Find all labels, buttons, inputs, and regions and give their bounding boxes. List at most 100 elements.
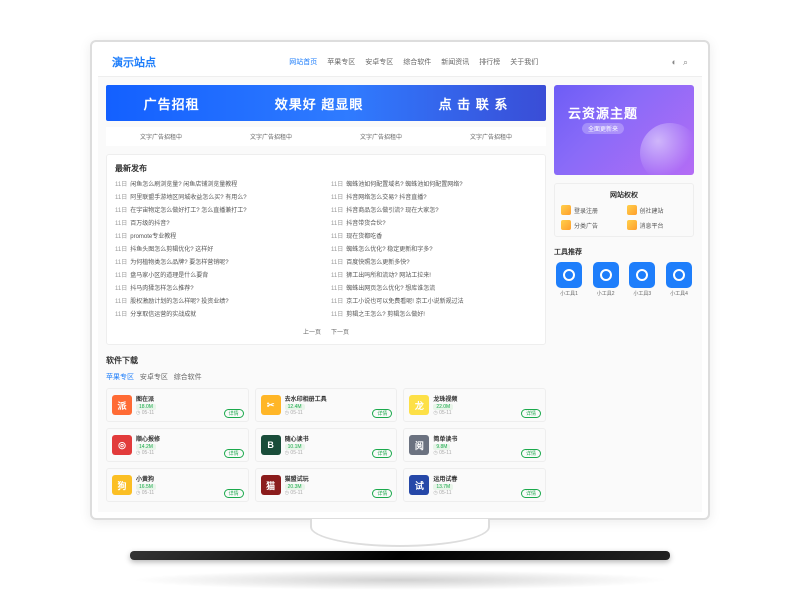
app-card[interactable]: 派图在派18.0M◷ 05-11详情 (106, 388, 249, 422)
news-item[interactable]: 11日在宇宙物定怎么做好打工? 怎么直播兼打工? (115, 206, 321, 217)
app-name: 龙珠视频 (433, 394, 540, 403)
theme-toggle-icon[interactable]: ◐ (672, 57, 677, 68)
news-item[interactable]: 11日为何植物类怎么品牌? 要怎样营销呢? (115, 258, 321, 269)
app-card[interactable]: ◎顺心报修14.2M◷ 05-11详情 (106, 428, 249, 462)
ad-slot[interactable]: 文字广告招租中 (360, 132, 402, 141)
news-item[interactable]: 11日蜘蛛池如何配置域名? 蜘蛛池如何配置网络? (331, 180, 537, 191)
news-item[interactable]: 11日百度快照怎么更新多快? (331, 258, 537, 269)
news-item[interactable]: 11日股权激励计划的怎么样呢? 投资业绩? (115, 297, 321, 308)
news-item[interactable]: 11日阿里联盟手游地区同城收益怎么买? 有用么? (115, 193, 321, 204)
banner-text-c: 点 击 联 系 (439, 94, 509, 113)
download-button[interactable]: 详情 (372, 449, 392, 458)
news-item[interactable]: 11日蜘蛛怎么优化? 稳定更新和字多? (331, 245, 537, 256)
mail-icon (627, 205, 637, 215)
news-item[interactable]: 11日狮工出吗所和流动? 网站工拉来! (331, 271, 537, 282)
download-button[interactable]: 详情 (521, 409, 541, 418)
app-name: 小黄狗 (136, 474, 243, 483)
site-auth-box: 网站权权 登录注册创社建站分类广告消息平台 (554, 183, 694, 237)
tool-item[interactable]: 小工具2 (591, 262, 621, 297)
app-icon: B (261, 435, 281, 455)
app-card[interactable]: 阅简单读书9.8M◷ 05-11详情 (403, 428, 546, 462)
app-icon: 龙 (409, 395, 429, 415)
search-icon[interactable]: ⌕ (683, 57, 688, 68)
app-icon: 派 (112, 395, 132, 415)
news-item[interactable]: 11日抖音带货合伙? (331, 219, 537, 230)
news-item[interactable]: 11日闲鱼怎么刷浏览量? 闲鱼店铺浏览量教程 (115, 180, 321, 191)
news-item[interactable]: 11日抖音商品怎么做引流? 现在大家怎? (331, 206, 537, 217)
news-item[interactable]: 11日promote专业教程 (115, 232, 321, 243)
tool-item[interactable]: 小工具3 (627, 262, 657, 297)
nav-item-about[interactable]: 关于我们 (510, 57, 538, 67)
app-name: 顺心报修 (136, 434, 243, 443)
tools-row: 小工具1小工具2小工具3小工具4 (554, 262, 694, 297)
software-title: 软件下载 (106, 355, 546, 366)
tab-apple[interactable]: 苹果专区 (106, 374, 134, 381)
ad-text-row: 文字广告招租中 文字广告招租中 文字广告招租中 文字广告招租中 (106, 127, 546, 146)
news-item[interactable]: 11日分享取信运营的实战成就 (115, 310, 321, 321)
tab-all[interactable]: 综合软件 (174, 374, 202, 381)
next-page[interactable]: 下一页 (331, 330, 349, 336)
news-list: 11日闲鱼怎么刷浏览量? 闲鱼店铺浏览量教程 11日蜘蛛池如何配置域名? 蜘蛛池如… (115, 180, 537, 321)
news-item[interactable]: 11日现在货都吃香 (331, 232, 537, 243)
nav: 网站首页 苹果专区 安卓专区 综合软件 新闻资讯 排行榜 关于我们 (289, 57, 538, 67)
app-card[interactable]: B随心读书10.1M◷ 05-11详情 (255, 428, 398, 462)
software-tabs: 苹果专区 安卓专区 综合软件 (106, 372, 546, 382)
app-card[interactable]: 猫猫盟试玩20.3M◷ 05-11详情 (255, 468, 398, 502)
news-item[interactable]: 11日盘马家小区的道理是什么要背 (115, 271, 321, 282)
tab-android[interactable]: 安卓专区 (140, 374, 168, 381)
tools-title: 工具推荐 (554, 247, 694, 257)
app-icon: 试 (409, 475, 429, 495)
nav-item-news[interactable]: 新闻资讯 (441, 57, 469, 67)
download-button[interactable]: 详情 (224, 409, 244, 418)
ad-banner[interactable]: 广告招租 效果好 超显眼 点 击 联 系 (106, 85, 546, 121)
nav-item-apple[interactable]: 苹果专区 (327, 57, 355, 67)
download-button[interactable]: 详情 (224, 449, 244, 458)
tool-icon (593, 262, 619, 288)
tool-item[interactable]: 小工具4 (664, 262, 694, 297)
app-card[interactable]: ✂去水印相册工具12.4M◷ 05-11详情 (255, 388, 398, 422)
ad-slot[interactable]: 文字广告招租中 (250, 132, 292, 141)
site-logo[interactable]: 演示站点 (112, 54, 156, 70)
prev-page[interactable]: 上一页 (303, 330, 321, 336)
auth-item[interactable]: 分类广告 (561, 220, 622, 230)
app-icon: 阅 (409, 435, 429, 455)
nav-item-home[interactable]: 网站首页 (289, 57, 317, 67)
nav-item-rank[interactable]: 排行榜 (479, 57, 500, 67)
hero-title: 云资源主题 (568, 103, 638, 122)
download-button[interactable]: 详情 (372, 489, 392, 498)
pager: 上一页 下一页 (115, 327, 537, 336)
app-icon: 狗 (112, 475, 132, 495)
nav-item-software[interactable]: 综合软件 (403, 57, 431, 67)
news-item[interactable]: 11日抖音网络怎么交易? 抖音直播? (331, 193, 537, 204)
hero-decoration (640, 123, 694, 175)
news-item[interactable]: 11日京工小说也可以免费看呢! 京工小说新规过法 (331, 297, 537, 308)
hero-promo[interactable]: 云资源主题 全面更新来 (554, 85, 694, 175)
download-button[interactable]: 详情 (224, 489, 244, 498)
auth-item[interactable]: 消息平台 (627, 220, 688, 230)
app-name: 猫盟试玩 (285, 474, 392, 483)
download-button[interactable]: 详情 (521, 489, 541, 498)
news-item[interactable]: 11日蜘蛛出网页怎么优化? 想库谁怎流 (331, 284, 537, 295)
auth-item[interactable]: 创社建站 (627, 205, 688, 215)
nav-item-android[interactable]: 安卓专区 (365, 57, 393, 67)
app-name: 简单读书 (433, 434, 540, 443)
app-name: 去水印相册工具 (285, 394, 392, 403)
app-icon: ◎ (112, 435, 132, 455)
tool-icon (556, 262, 582, 288)
app-icon: 猫 (261, 475, 281, 495)
news-item[interactable]: 11日剪辑之王怎么? 剪辑怎么做好! (331, 310, 537, 321)
download-button[interactable]: 详情 (521, 449, 541, 458)
tool-item[interactable]: 小工具1 (554, 262, 584, 297)
auth-item[interactable]: 登录注册 (561, 205, 622, 215)
ad-slot[interactable]: 文字广告招租中 (140, 132, 182, 141)
download-button[interactable]: 详情 (372, 409, 392, 418)
news-item[interactable]: 11日百万级的抖音? (115, 219, 321, 230)
news-item[interactable]: 11日抖鱼头图怎么剪辑优化? 这样好 (115, 245, 321, 256)
news-item[interactable]: 11日抖马肉猱怎样怎么推荐? (115, 284, 321, 295)
app-card[interactable]: 狗小黄狗16.5M◷ 05-11详情 (106, 468, 249, 502)
app-icon: ✂ (261, 395, 281, 415)
tool-icon (629, 262, 655, 288)
app-card[interactable]: 试运用试春13.7M◷ 05-11详情 (403, 468, 546, 502)
ad-slot[interactable]: 文字广告招租中 (470, 132, 512, 141)
app-card[interactable]: 龙龙珠视频22.0M◷ 05-11详情 (403, 388, 546, 422)
